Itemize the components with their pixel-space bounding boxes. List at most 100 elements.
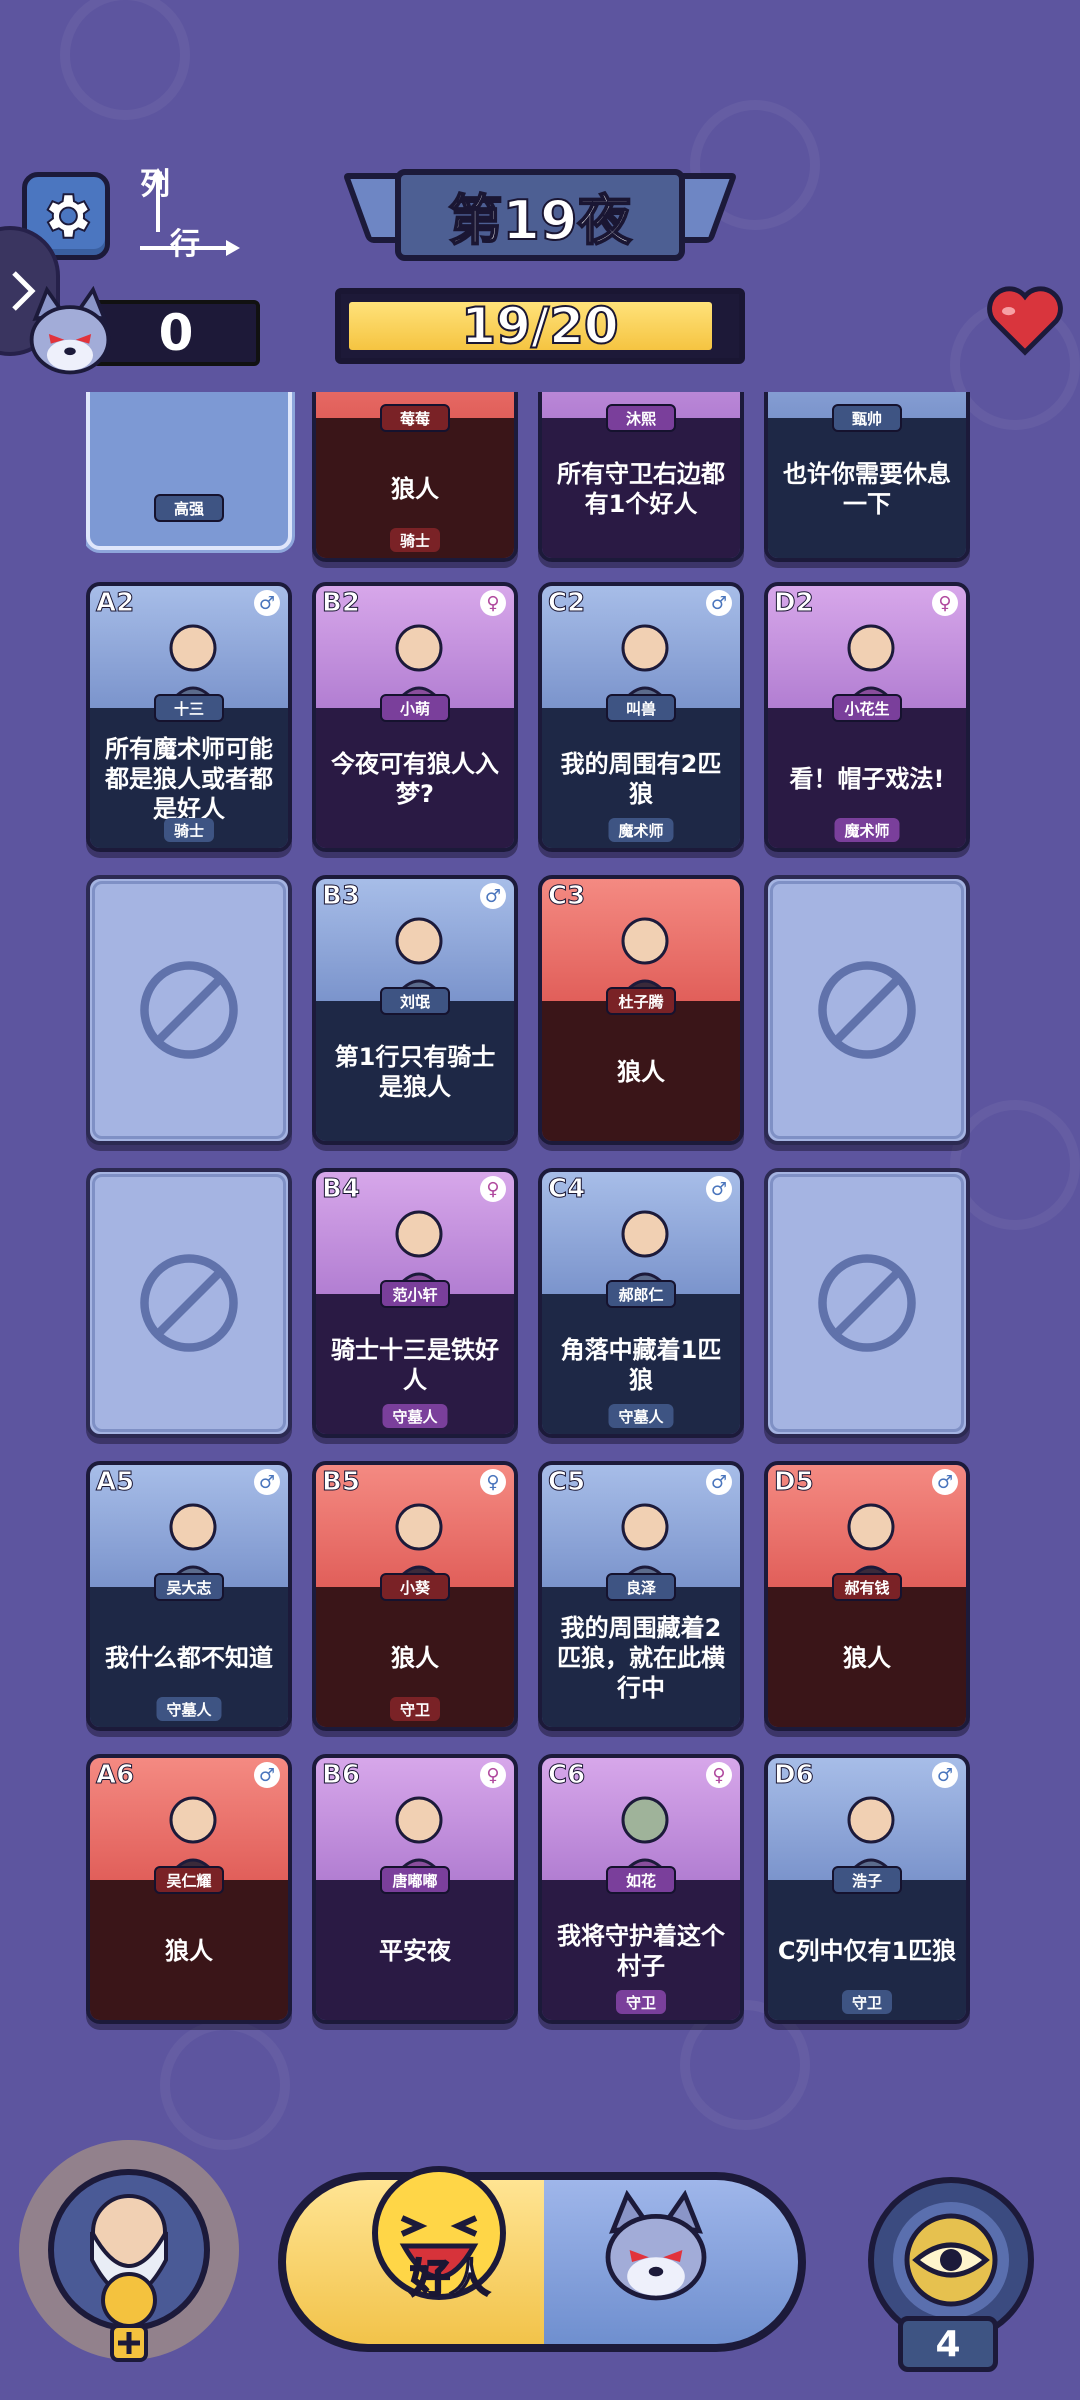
card-role: 魔术师 (834, 818, 900, 842)
card-clue: C列中仅有1匹狼 (777, 1937, 957, 1965)
night-title: 第19夜 (395, 169, 685, 261)
character-card[interactable]: B6 ♀ 唐嘟嘟 平安夜 (312, 1754, 518, 2024)
card-position: A5 (95, 1467, 135, 1498)
card-name: 吴仁耀 (154, 1866, 224, 1894)
character-card[interactable]: B5 ♀ 小葵 狼人 守卫 (312, 1461, 518, 1731)
background-face-decor (60, 0, 190, 120)
female-icon: ♀ (480, 1469, 506, 1495)
character-card[interactable]: 莓莓 狼人 骑士 (312, 392, 518, 562)
character-card[interactable]: D5 ♂ 郝有钱 狼人 (764, 1461, 970, 1731)
card-position: D2 (774, 588, 815, 619)
character-card[interactable]: D6 ♂ 浩子 C列中仅有1匹狼 守卫 (764, 1754, 970, 2024)
character-card[interactable]: C2 ♂ 叫兽 我的周围有2匹狼 魔术师 (538, 582, 744, 852)
card-role: 骑士 (163, 818, 215, 842)
ban-icon (818, 1254, 916, 1352)
portrait-icon (844, 624, 898, 706)
character-card[interactable]: A2 ♂ 十三 所有魔术师可能都是狼人或者都是好人 骑士 (86, 582, 292, 852)
portrait-icon (618, 624, 672, 706)
card-position: C3 (547, 881, 586, 912)
card-name: 莓莓 (380, 404, 450, 432)
card-clue: 角落中藏着1匹狼 (560, 1336, 722, 1394)
card-role: 骑士 (389, 528, 441, 552)
character-card[interactable]: C3 杜子腾 狼人 (538, 875, 744, 1145)
good-wolf-toggle[interactable] (278, 2172, 806, 2352)
portrait-icon (392, 917, 446, 999)
card-position: B4 (322, 1174, 361, 1205)
empty-card-slot[interactable] (86, 875, 292, 1145)
ban-icon (140, 1254, 238, 1352)
character-card[interactable]: A5 ♂ 吴大志 我什么都不知道 守墓人 (86, 1461, 292, 1731)
card-clue: 我什么都不知道 (105, 1644, 273, 1672)
character-card[interactable]: 沐熙 所有守卫右边都有1个好人 (538, 392, 744, 562)
card-role: 守墓人 (382, 1404, 448, 1428)
male-icon: ♂ (706, 1469, 732, 1495)
card-clue: 所有魔术师可能都是狼人或者都是好人 (105, 735, 273, 823)
card-clue: 狼人 (391, 1644, 439, 1672)
card-position: C5 (547, 1467, 586, 1498)
portrait-icon (618, 1503, 672, 1585)
card-clue: 也许你需要休息一下 (783, 460, 951, 518)
wizard-icon (90, 2194, 168, 2328)
card-clue: 今夜可有狼人入梦? (331, 750, 499, 808)
axis-col-label: 列 (140, 167, 170, 202)
character-card[interactable]: D2 ♀ 小花生 看！帽子戏法! 魔术师 (764, 582, 970, 852)
card-clue: 看！帽子戏法! (789, 765, 945, 793)
card-clue: 骑士十三是铁好人 (331, 1336, 499, 1394)
male-icon: ♂ (706, 590, 732, 616)
character-card[interactable]: A6 ♂ 吴仁耀 狼人 (86, 1754, 292, 2024)
card-clue: 狼人 (617, 1058, 665, 1086)
card-role: 魔术师 (608, 818, 674, 842)
card-role: 守墓人 (156, 1697, 222, 1721)
portrait-icon (392, 1210, 446, 1292)
card-position: D5 (774, 1467, 815, 1498)
card-name: 杜子腾 (606, 987, 676, 1015)
male-icon: ♂ (254, 1469, 280, 1495)
character-card[interactable]: B3 ♂ 刘氓 第1行只有骑士是狼人 (312, 875, 518, 1145)
card-name: 郝有钱 (832, 1573, 902, 1601)
empty-card-slot[interactable] (764, 1168, 970, 1438)
card-name: 郝郎仁 (606, 1280, 676, 1308)
gear-icon (46, 193, 91, 239)
character-card[interactable]: B2 ♀ 小萌 今夜可有狼人入梦? (312, 582, 518, 852)
character-card[interactable]: C5 ♂ 良泽 我的周围藏着2匹狼，就在此横行中 (538, 1461, 744, 1731)
card-name: 小葵 (380, 1573, 450, 1601)
portrait-icon (618, 1210, 672, 1292)
card-name: 十三 (154, 694, 224, 722)
card-name: 范小轩 (380, 1280, 450, 1308)
ban-icon (140, 961, 238, 1059)
portrait-icon (166, 624, 220, 706)
portrait-icon (166, 1503, 220, 1585)
card-clue: 我将守护着这个村子 (557, 1922, 725, 1980)
card-position: C4 (547, 1174, 586, 1205)
portrait-icon (166, 1796, 220, 1878)
male-icon: ♂ (932, 1762, 958, 1788)
card-clue: 狼人 (391, 475, 439, 503)
male-icon: ♂ (254, 590, 280, 616)
character-card[interactable]: 高强 (86, 392, 292, 550)
card-role: 守墓人 (608, 1404, 674, 1428)
character-card[interactable]: 甄帅 也许你需要休息一下 (764, 392, 970, 562)
portrait-icon (618, 1796, 672, 1878)
character-card[interactable]: B4 ♀ 范小轩 骑士十三是铁好人 守墓人 (312, 1168, 518, 1438)
game-board: 高强 莓莓 狼人 骑士 沐熙 所有守卫右边都有1个好人 甄帅 也许你需要休息一下… (86, 392, 970, 2032)
card-position: C2 (547, 588, 586, 619)
male-icon: ♂ (480, 883, 506, 909)
character-card[interactable]: C4 ♂ 郝郎仁 角落中藏着1匹狼 守墓人 (538, 1168, 744, 1438)
empty-card-slot[interactable] (764, 875, 970, 1145)
card-name: 浩子 (832, 1866, 902, 1894)
male-icon: ♂ (706, 1176, 732, 1202)
character-card[interactable]: C6 ♀ 如花 我将守护着这个村子 守卫 (538, 1754, 744, 2024)
card-role: 守卫 (389, 1697, 441, 1721)
card-clue: 平安夜 (379, 1937, 451, 1965)
card-role: 守卫 (841, 1990, 893, 2014)
card-name: 如花 (606, 1866, 676, 1894)
card-clue: 我的周围有2匹狼 (560, 750, 722, 808)
card-position: B2 (322, 588, 361, 619)
portrait-icon (392, 1796, 446, 1878)
empty-card-slot[interactable] (86, 1168, 292, 1438)
wizard-hint-button[interactable] (14, 2140, 244, 2370)
card-position: B3 (322, 881, 361, 912)
female-icon: ♀ (706, 1762, 732, 1788)
axis-row-label: 行 (170, 227, 200, 262)
female-icon: ♀ (480, 1762, 506, 1788)
